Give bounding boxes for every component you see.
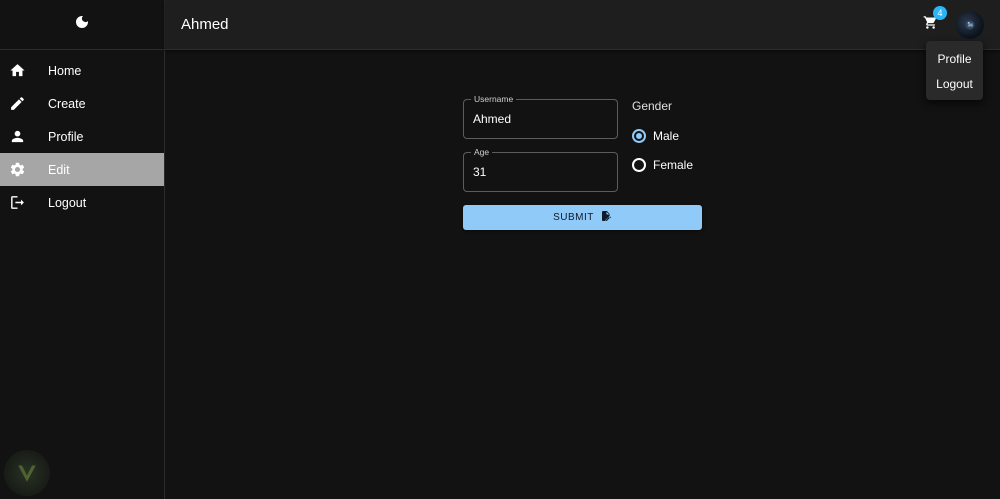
moon-icon[interactable] <box>74 14 90 35</box>
home-icon <box>0 62 48 79</box>
sidebar: Home Create Profile Edit Logout <box>0 0 165 499</box>
submit-button[interactable]: SUBMIT <box>463 205 702 230</box>
username-input[interactable] <box>473 112 608 126</box>
sidebar-item-label: Edit <box>48 162 70 177</box>
cart-button[interactable]: 4 <box>918 5 947 37</box>
menu-item-profile[interactable]: Profile <box>926 46 983 71</box>
sidebar-item-label: Home <box>48 63 82 78</box>
menu-item-logout[interactable]: Logout <box>926 71 983 96</box>
sidebar-item-label: Logout <box>48 195 87 210</box>
sidebar-item-profile[interactable]: Profile <box>0 120 164 153</box>
sidebar-nav: Home Create Profile Edit Logout <box>0 50 164 219</box>
gender-option-female[interactable]: Female <box>632 150 693 179</box>
radio-label-male: Male <box>653 128 680 143</box>
sidebar-item-home[interactable]: Home <box>0 54 164 87</box>
sidebar-item-create[interactable]: Create <box>0 87 164 120</box>
cart-count-badge: 4 <box>933 5 947 20</box>
username-field[interactable]: Username <box>463 94 618 139</box>
sidebar-header <box>0 0 164 50</box>
gear-icon <box>0 161 48 178</box>
age-input[interactable] <box>473 165 608 179</box>
submit-label: SUBMIT <box>553 212 594 223</box>
gender-label: Gender <box>632 99 673 113</box>
page-title: Ahmed <box>181 16 229 33</box>
pencil-icon <box>0 95 48 112</box>
gender-radio-group: Gender Male Female <box>632 99 693 179</box>
username-label: Username <box>471 94 517 105</box>
sidebar-item-label: Create <box>48 96 86 111</box>
sidebar-item-logout[interactable]: Logout <box>0 186 164 219</box>
account-menu: Profile Logout <box>926 41 983 100</box>
watermark-logo <box>4 450 50 496</box>
sidebar-item-label: Profile <box>48 129 84 144</box>
radio-female[interactable] <box>632 157 646 172</box>
app-bar: Ahmed 4 <box>165 0 1000 50</box>
avatar[interactable] <box>956 10 984 39</box>
age-label: Age <box>471 147 493 158</box>
age-field[interactable]: Age <box>463 147 618 192</box>
logout-icon <box>0 194 48 211</box>
radio-label-female: Female <box>653 157 694 172</box>
person-icon <box>0 128 48 145</box>
sidebar-item-edit[interactable]: Edit <box>0 153 164 186</box>
radio-male[interactable] <box>632 128 646 143</box>
gender-option-male[interactable]: Male <box>632 121 693 150</box>
edit-document-icon <box>600 209 612 227</box>
